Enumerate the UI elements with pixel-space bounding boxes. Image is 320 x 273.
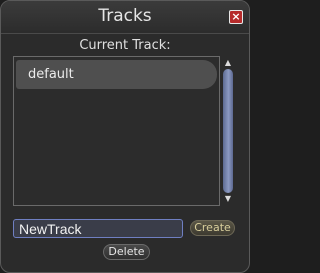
scroll-up-icon[interactable]: ▲ — [224, 59, 232, 67]
scroll-down-icon[interactable]: ▼ — [224, 195, 232, 203]
list-item[interactable]: default — [16, 60, 217, 89]
track-name-input[interactable] — [13, 219, 183, 238]
title-bar[interactable]: Tracks × — [1, 1, 249, 34]
delete-button[interactable]: Delete — [103, 244, 150, 260]
create-button[interactable]: Create — [190, 220, 235, 236]
window-title: Tracks — [98, 6, 152, 26]
track-list[interactable]: default — [13, 56, 220, 206]
current-track-label: Current Track: — [79, 38, 171, 53]
tracks-window: Tracks × Current Track: default ▲ ▼ Crea… — [0, 0, 250, 273]
close-button[interactable]: × — [229, 10, 243, 24]
scrollbar-thumb[interactable] — [223, 69, 233, 193]
